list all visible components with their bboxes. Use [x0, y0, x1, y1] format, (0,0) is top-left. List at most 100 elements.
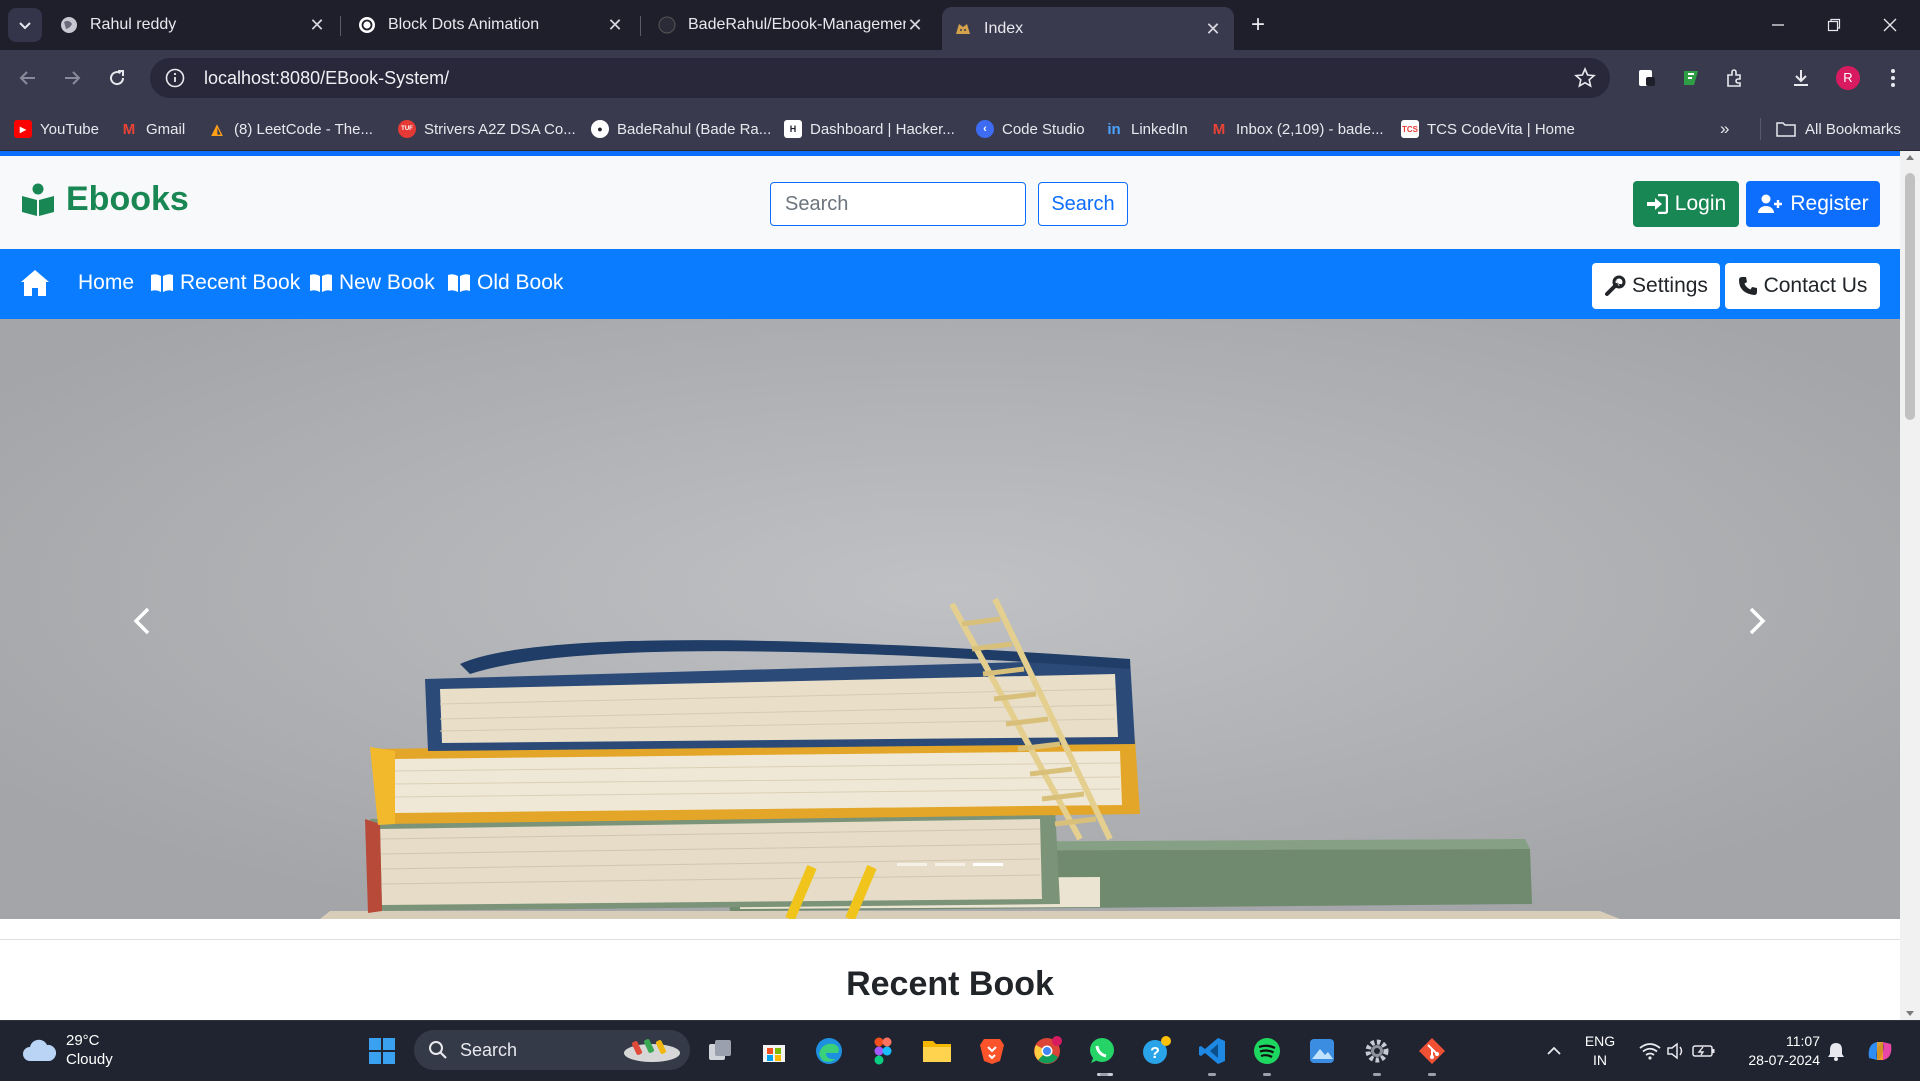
home-icon-link[interactable]: [20, 269, 56, 297]
tab-github-ebook[interactable]: BadeRahul/Ebook-Managemen ✕: [646, 7, 936, 43]
gmail-icon: M: [122, 120, 136, 138]
figma-icon[interactable]: [867, 1035, 899, 1067]
battery-icon[interactable]: [1688, 1035, 1720, 1067]
nav-home[interactable]: Home: [78, 271, 134, 295]
bookmark-label: Dashboard | Hacker...: [810, 120, 955, 138]
input-language[interactable]: ENG IN: [1578, 1032, 1622, 1070]
page-scrollbar[interactable]: [1900, 151, 1920, 1020]
copilot-icon[interactable]: [1864, 1035, 1896, 1067]
reload-button[interactable]: [101, 62, 133, 94]
bookmark-label: Inbox (2,109) - bade...: [1236, 120, 1384, 138]
all-bookmarks-button[interactable]: All Bookmarks: [1776, 118, 1901, 140]
clock[interactable]: 11:07 28-07-2024: [1732, 1032, 1820, 1070]
carousel-next-button[interactable]: [1737, 599, 1777, 643]
brave-icon[interactable]: [976, 1035, 1008, 1067]
bookmark-youtube[interactable]: ▶ YouTube: [14, 118, 99, 140]
extensions-button[interactable]: [1722, 65, 1748, 91]
task-view-icon[interactable]: [704, 1035, 736, 1067]
windows-start-icon[interactable]: [366, 1035, 398, 1067]
close-window-button[interactable]: [1868, 10, 1912, 40]
github-icon: ●: [591, 120, 609, 138]
restore-icon: [1827, 18, 1841, 32]
carousel-indicator[interactable]: [897, 863, 927, 866]
show-hidden-icons-button[interactable]: [1538, 1035, 1570, 1067]
scrollbar-thumb[interactable]: [1905, 173, 1915, 420]
bookmark-hackerrank[interactable]: H Dashboard | Hacker...: [784, 118, 955, 140]
hero-carousel: [0, 319, 1900, 919]
register-button[interactable]: Register: [1746, 181, 1880, 227]
chevron-right-icon: [1749, 607, 1766, 635]
close-icon[interactable]: ✕: [606, 16, 624, 34]
nav-new-book[interactable]: New Book: [309, 271, 435, 295]
close-icon[interactable]: ✕: [1204, 20, 1222, 38]
carousel-indicator-active[interactable]: [973, 863, 1003, 866]
whatsapp-icon[interactable]: [1086, 1035, 1118, 1067]
weather-widget[interactable]: 29°C Cloudy: [22, 1031, 113, 1069]
profile-avatar[interactable]: R: [1836, 66, 1860, 90]
file-explorer-icon[interactable]: [921, 1035, 953, 1067]
close-icon: [1883, 18, 1897, 32]
bookmark-leetcode[interactable]: ◭ (8) LeetCode - The...: [208, 118, 373, 140]
url-text[interactable]: localhost:8080/EBook-System/: [204, 68, 449, 89]
git-icon[interactable]: [1416, 1035, 1448, 1067]
tab-index-active[interactable]: Index ✕: [942, 7, 1234, 50]
tab-block-dots-animation[interactable]: Block Dots Animation ✕: [346, 7, 636, 43]
login-button[interactable]: Login: [1633, 181, 1739, 227]
downloads-button[interactable]: [1788, 65, 1814, 91]
tab-rahul-reddy[interactable]: Rahul reddy ✕: [48, 7, 338, 43]
carousel-indicator[interactable]: [935, 863, 965, 866]
carousel-prev-button[interactable]: [122, 599, 162, 643]
bookmark-gmail[interactable]: M Gmail: [120, 118, 185, 140]
back-button[interactable]: [12, 62, 44, 94]
info-icon[interactable]: [164, 67, 186, 89]
minimize-button[interactable]: [1756, 10, 1800, 40]
running-indicator: [1263, 1073, 1271, 1076]
scroll-down-arrow-icon[interactable]: [1906, 1011, 1914, 1016]
bookmark-linkedin[interactable]: in LinkedIn: [1105, 118, 1187, 140]
star-icon[interactable]: [1574, 67, 1596, 89]
close-icon[interactable]: ✕: [308, 16, 326, 34]
browser-tab-strip: Rahul reddy ✕ Block Dots Animation ✕ Bad…: [0, 0, 1920, 50]
new-tab-button[interactable]: +: [1245, 12, 1271, 38]
contact-us-button[interactable]: Contact Us: [1725, 263, 1880, 309]
close-icon[interactable]: ✕: [906, 16, 924, 34]
globe-icon: [61, 17, 77, 33]
bookmark-code-studio[interactable]: ‹ Code Studio: [976, 118, 1085, 140]
minimize-icon: [1772, 24, 1784, 26]
bookmark-inbox[interactable]: M Inbox (2,109) - bade...: [1210, 118, 1384, 140]
spotify-icon[interactable]: [1251, 1035, 1283, 1067]
speaker-icon: [1667, 1042, 1683, 1060]
photos-icon[interactable]: [1306, 1035, 1338, 1067]
edge-icon[interactable]: [813, 1035, 845, 1067]
search-button[interactable]: Search: [1038, 182, 1128, 226]
nav-old-book[interactable]: Old Book: [447, 271, 563, 295]
tab-search-button[interactable]: [8, 8, 42, 42]
address-bar[interactable]: localhost:8080/EBook-System/: [150, 58, 1610, 98]
site-brand[interactable]: Ebooks: [20, 180, 189, 219]
vscode-icon[interactable]: [1196, 1035, 1228, 1067]
extension-icon[interactable]: [1634, 65, 1660, 91]
restore-button[interactable]: [1812, 10, 1856, 40]
running-indicator: [1373, 1073, 1381, 1076]
bookmark-strivers[interactable]: TUF Strivers A2Z DSA Co...: [398, 118, 576, 140]
browser-toolbar: localhost:8080/EBook-System/: [0, 50, 1920, 107]
more-bookmarks-button[interactable]: »: [1720, 118, 1729, 140]
forward-button[interactable]: [56, 62, 88, 94]
extension-green-icon: [1684, 71, 1698, 85]
settings-button[interactable]: Settings: [1592, 263, 1720, 309]
bookmark-github[interactable]: ● BadeRahul (Bade Ra...: [591, 118, 771, 140]
nav-recent-book[interactable]: Recent Book: [150, 271, 300, 295]
scroll-up-arrow-icon[interactable]: [1906, 155, 1914, 160]
browser-menu-button[interactable]: [1880, 65, 1906, 91]
bookmark-tcs-codevita[interactable]: TCS TCS CodeVita | Home: [1401, 118, 1575, 140]
user-plus-icon: [1758, 194, 1783, 213]
help-icon[interactable]: ?: [1141, 1035, 1173, 1067]
extension-icon[interactable]: [1678, 65, 1704, 91]
chrome-icon[interactable]: [1031, 1035, 1063, 1067]
search-input[interactable]: [770, 182, 1026, 226]
taskbar-search[interactable]: Search: [414, 1030, 690, 1070]
settings-icon[interactable]: [1361, 1035, 1393, 1067]
microsoft-store-icon[interactable]: [758, 1035, 790, 1067]
nav-recent-label: Recent Book: [180, 271, 301, 294]
notifications-button[interactable]: [1820, 1035, 1852, 1067]
